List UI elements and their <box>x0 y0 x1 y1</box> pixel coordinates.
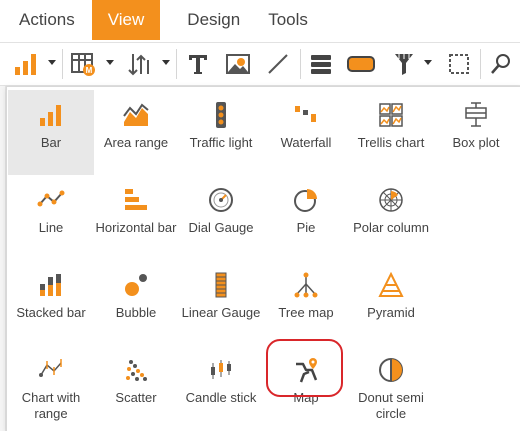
search-icon[interactable] <box>486 49 516 79</box>
bubble-icon <box>121 270 151 300</box>
chart-type-box-plot[interactable]: Box plot <box>433 90 519 175</box>
rounded-box-icon[interactable] <box>344 49 378 79</box>
tab-tools[interactable]: Tools <box>249 0 317 40</box>
chart-type-label: Trellis chart <box>357 135 425 150</box>
bar-chart-icon[interactable] <box>10 49 42 79</box>
chart-type-trellis-chart[interactable]: Trellis chart <box>348 90 434 175</box>
chart-type-area-range[interactable]: Area range <box>93 90 179 175</box>
trellis-chart-icon <box>376 100 406 130</box>
chart-type-label: Chart with range <box>21 390 81 421</box>
sort-caret-icon[interactable] <box>162 60 170 65</box>
filter-caret-icon[interactable] <box>424 60 432 65</box>
map-highlight-outline <box>266 339 343 397</box>
chart-type-label: Dial Gauge <box>188 220 254 235</box>
chart-type-label: Bar <box>40 135 62 150</box>
image-icon[interactable] <box>222 49 254 79</box>
line-icon <box>36 185 66 215</box>
chart-type-label: Traffic light <box>189 135 253 150</box>
svg-text:M: M <box>86 66 93 75</box>
chart-type-pyramid[interactable]: Pyramid <box>348 260 434 345</box>
pyramid-icon <box>376 270 406 300</box>
chart-type-label: Candle stick <box>185 390 257 405</box>
candle-stick-icon <box>206 355 236 385</box>
chart-type-stacked-bar[interactable]: Stacked bar <box>8 260 94 345</box>
toolbar: M <box>0 42 520 86</box>
chart-type-pie[interactable]: Pie <box>263 175 349 260</box>
chart-type-label: Pie <box>296 220 316 235</box>
chart-type-dial-gauge[interactable]: Dial Gauge <box>178 175 264 260</box>
line-draw-icon[interactable] <box>262 49 294 79</box>
linear-gauge-icon <box>206 270 236 300</box>
toolbar-divider <box>480 49 481 79</box>
select-area-icon[interactable] <box>444 49 474 79</box>
toolbar-divider <box>62 49 63 79</box>
donut-semi-circle-icon <box>376 355 406 385</box>
tree-map-icon <box>291 270 321 300</box>
text-icon[interactable] <box>182 49 214 79</box>
box-plot-icon <box>461 100 491 130</box>
bar-chart-caret-icon[interactable] <box>48 60 56 65</box>
polar-column-icon <box>376 185 406 215</box>
chart-type-label: Area range <box>103 135 169 150</box>
table-icon[interactable]: M <box>68 49 98 79</box>
chart-type-label: Polar column <box>353 220 429 235</box>
filter-icon[interactable] <box>390 49 418 79</box>
stacked-bar-icon <box>36 270 66 300</box>
chart-type-label: Horizontal bar <box>95 220 177 235</box>
chart-type-label: Box plot <box>452 135 500 150</box>
chart-type-linear-gauge[interactable]: Linear Gauge <box>178 260 264 345</box>
scatter-icon <box>121 355 151 385</box>
toolbar-divider <box>176 49 177 79</box>
tab-actions[interactable]: Actions <box>0 0 84 40</box>
horizontal-bar-icon <box>121 185 151 215</box>
chart-with-range-icon <box>36 355 66 385</box>
chart-type-label: Pyramid <box>367 305 415 320</box>
chart-type-bar[interactable]: Bar <box>8 90 94 175</box>
chart-type-candle-stick[interactable]: Candle stick <box>178 345 264 430</box>
chart-type-label: Donut semi circle <box>358 390 424 421</box>
tab-design[interactable]: Design <box>168 0 249 40</box>
chart-type-label: Waterfall <box>280 135 332 150</box>
traffic-light-icon <box>206 100 236 130</box>
waterfall-icon <box>291 100 321 130</box>
chart-type-chart-with-range[interactable]: Chart with range <box>8 345 94 430</box>
chart-type-line[interactable]: Line <box>8 175 94 260</box>
pie-icon <box>291 185 321 215</box>
sort-icon[interactable] <box>124 49 156 79</box>
chart-type-traffic-light[interactable]: Traffic light <box>178 90 264 175</box>
chart-type-tree-map[interactable]: Tree map <box>263 260 349 345</box>
chart-type-label: Line <box>38 220 64 235</box>
menu-bar: Actions View Design Tools <box>0 0 520 42</box>
dial-gauge-icon <box>206 185 236 215</box>
toolbar-divider <box>300 49 301 79</box>
chart-type-label: Stacked bar <box>16 305 86 320</box>
chart-type-label: Bubble <box>115 305 157 320</box>
chart-type-horizontal-bar[interactable]: Horizontal bar <box>93 175 179 260</box>
chart-type-bubble[interactable]: Bubble <box>93 260 179 345</box>
rows-icon[interactable] <box>306 49 336 79</box>
table-caret-icon[interactable] <box>106 60 114 65</box>
chart-type-scatter[interactable]: Scatter <box>93 345 179 430</box>
area-range-icon <box>121 100 151 130</box>
chart-type-polar-column[interactable]: Polar column <box>348 175 434 260</box>
chart-type-label: Tree map <box>278 305 334 320</box>
bar-icon <box>36 100 66 130</box>
chart-type-donut-semi-circle[interactable]: Donut semi circle <box>348 345 434 430</box>
chart-type-label: Scatter <box>115 390 157 405</box>
chart-type-waterfall[interactable]: Waterfall <box>263 90 349 175</box>
chart-type-label: Linear Gauge <box>181 305 261 320</box>
tab-view[interactable]: View <box>91 0 161 40</box>
